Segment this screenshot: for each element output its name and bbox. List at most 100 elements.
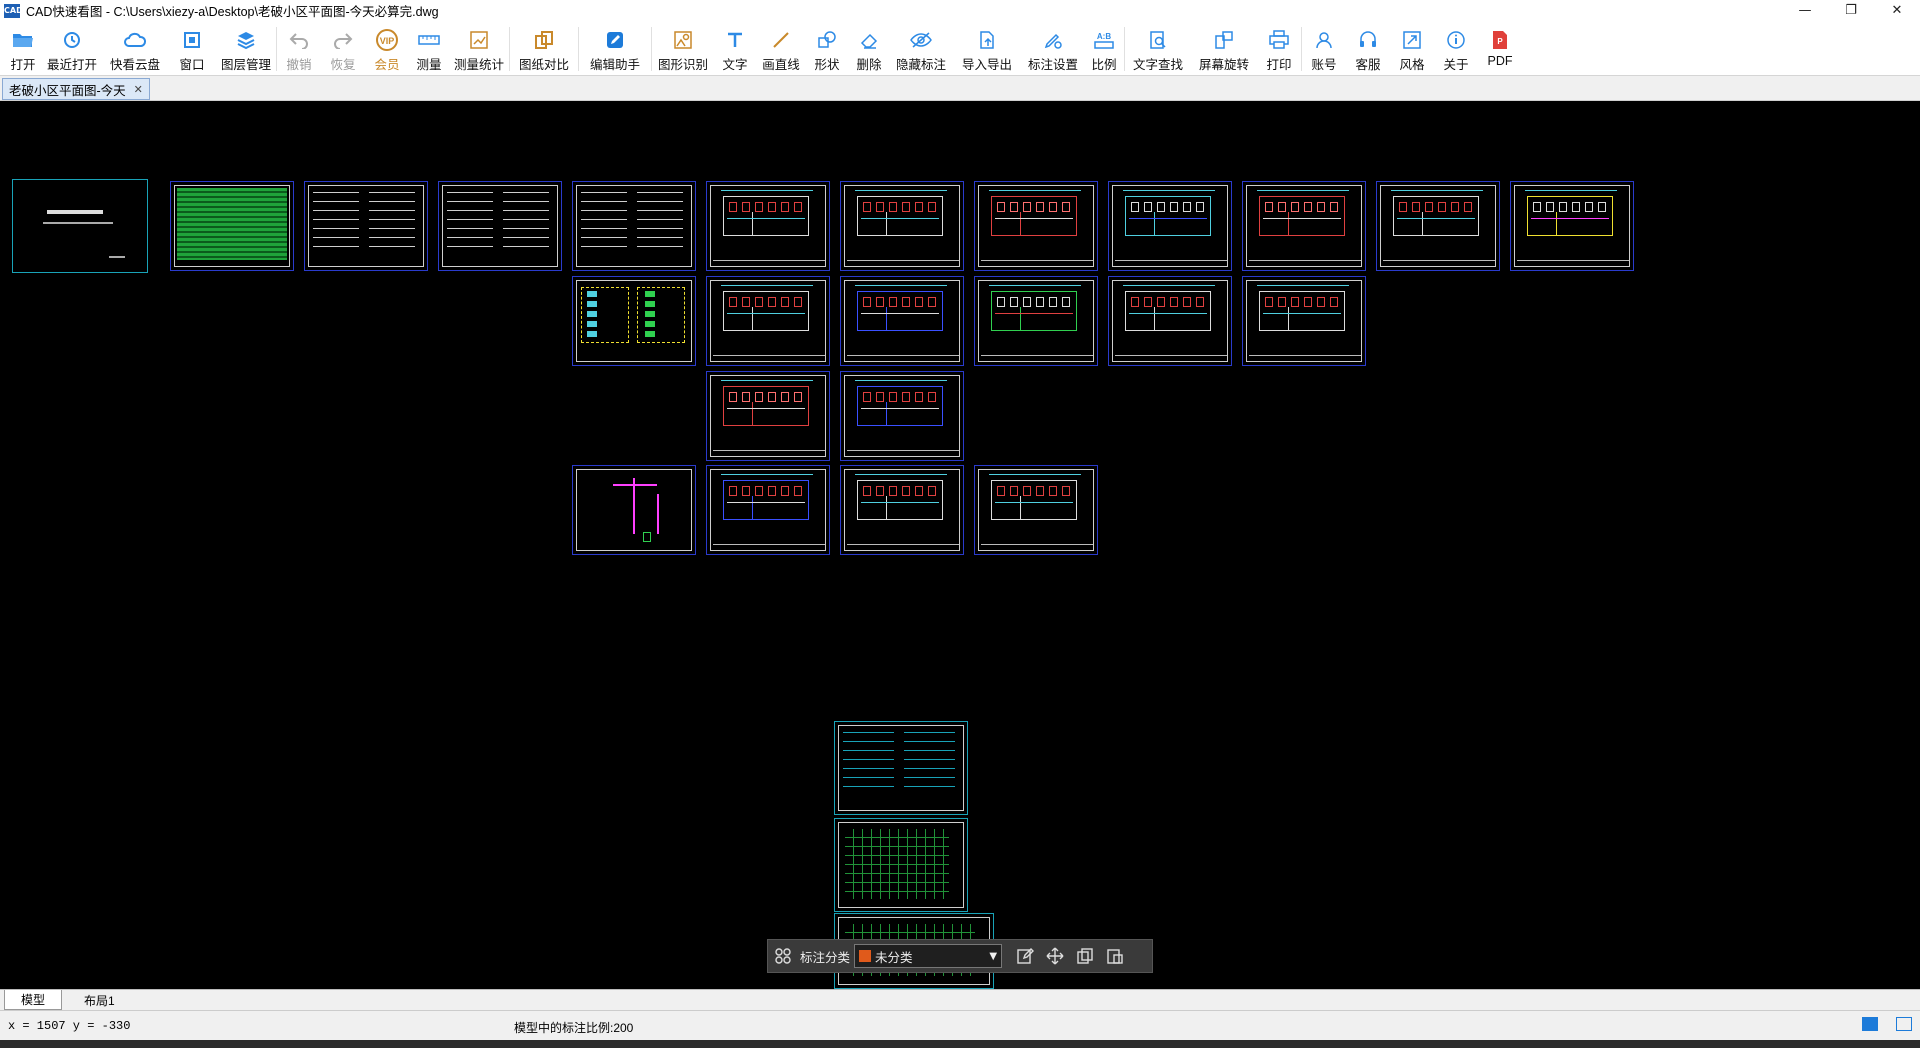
about-button[interactable]: 关于	[1434, 21, 1478, 76]
room-mark	[1144, 202, 1152, 212]
corridor-line	[861, 408, 939, 409]
title-block-line	[847, 450, 959, 451]
title-block-line	[981, 355, 1093, 356]
room-mark	[1304, 202, 1312, 212]
recent-button[interactable]: 最近打开	[42, 21, 102, 76]
text-line	[581, 246, 627, 247]
room-mark	[997, 486, 1005, 496]
eye-off-icon	[909, 28, 933, 52]
account-label: 账号	[1311, 58, 1337, 72]
document-tab-label: 老破小区平面图-今天	[9, 83, 126, 98]
close-tab-icon[interactable]: ✕	[134, 83, 143, 96]
tab-model[interactable]: 模型	[4, 990, 63, 1010]
rotate-button[interactable]: 屏幕旋转	[1191, 21, 1257, 76]
drawing-sheet	[572, 276, 696, 366]
edit-helper-button[interactable]: 编辑助手	[579, 21, 651, 76]
open-button[interactable]: 打开	[4, 21, 42, 76]
corridor-line	[727, 313, 805, 314]
move-icon[interactable]	[1040, 939, 1070, 973]
line-button[interactable]: 画直线	[756, 21, 806, 76]
text-line	[904, 759, 955, 760]
text-line	[447, 246, 493, 247]
compare-icon	[532, 28, 556, 52]
corridor-line	[1263, 313, 1341, 314]
headset-icon	[1356, 28, 1380, 52]
hide-annotation-button[interactable]: 隐藏标注	[890, 21, 952, 76]
print-button[interactable]: 打印	[1257, 21, 1301, 76]
style-button[interactable]: 风格	[1390, 21, 1434, 76]
text-button[interactable]: 文字	[714, 21, 756, 76]
pdf-button[interactable]: P PDF	[1478, 21, 1522, 76]
undo-icon	[287, 28, 311, 52]
text-line	[637, 228, 683, 229]
floor-plan-wing	[991, 307, 1021, 331]
shape-button[interactable]: 形状	[806, 21, 848, 76]
text-line	[503, 192, 549, 193]
redo-button[interactable]: 恢复	[321, 21, 365, 76]
dimension-line	[721, 190, 813, 191]
corridor-line	[1263, 218, 1341, 219]
room-mark	[1036, 486, 1044, 496]
shape-recognize-button[interactable]: 图形识别	[652, 21, 714, 76]
room-mark	[1412, 202, 1420, 212]
account-button[interactable]: 账号	[1302, 21, 1346, 76]
text-line	[369, 192, 415, 193]
minimize-button[interactable]: —	[1782, 0, 1828, 21]
grid-snap-icon[interactable]	[1862, 1017, 1878, 1031]
room-mark	[729, 392, 737, 402]
window-button[interactable]: 窗口	[168, 21, 216, 76]
text-line	[313, 210, 359, 211]
annotation-settings-label: 标注设置	[1027, 58, 1078, 72]
drawing-sheet	[1108, 276, 1232, 366]
annotation-category-select[interactable]: 未分类 ▼	[854, 944, 1003, 968]
layers-button[interactable]: 图层管理	[216, 21, 276, 76]
text-line	[503, 210, 549, 211]
compare-button[interactable]: 图纸对比	[510, 21, 578, 76]
sheet-frame	[308, 185, 424, 267]
delete-button[interactable]: 删除	[848, 21, 890, 76]
measure-stats-button[interactable]: 测量统计	[449, 21, 509, 76]
dimension-line	[1123, 190, 1215, 191]
document-tab[interactable]: 老破小区平面图-今天 ✕	[2, 78, 150, 100]
pipe-box	[643, 532, 651, 542]
copy-icon[interactable]	[1070, 939, 1100, 973]
sheet-frame	[442, 185, 558, 267]
room-mark	[1265, 202, 1273, 212]
scale-button[interactable]: A:B 比例	[1084, 21, 1124, 76]
undo-button[interactable]: 撤销	[277, 21, 321, 76]
tab-layout1[interactable]: 布局1	[68, 990, 131, 1010]
title-block-line	[847, 355, 959, 356]
text-line	[843, 759, 894, 760]
grid-icon[interactable]	[768, 939, 798, 973]
edit-icon[interactable]	[1010, 939, 1040, 973]
room-mark	[928, 202, 936, 212]
drawing-sheet	[1242, 276, 1366, 366]
room-mark	[1196, 297, 1204, 307]
legend-swatch	[645, 331, 655, 337]
close-window-button[interactable]: ✕	[1874, 0, 1920, 21]
room-mark	[1278, 202, 1286, 212]
text-line	[503, 246, 549, 247]
room-mark	[1317, 202, 1325, 212]
title-block-line	[1249, 260, 1361, 261]
floor-plan-wing	[1125, 212, 1155, 236]
text-line	[369, 219, 415, 220]
shape-recognize-label: 图形识别	[657, 58, 708, 72]
maximize-button[interactable]: ❐	[1828, 0, 1874, 21]
drawing-canvas[interactable]	[0, 101, 1920, 989]
text-line	[637, 192, 683, 193]
cloud-button[interactable]: 快看云盘	[102, 21, 168, 76]
taskbar-strip	[0, 1040, 1920, 1048]
text-search-button[interactable]: 文字查找	[1125, 21, 1191, 76]
ruler-icon	[417, 28, 441, 52]
vip-button[interactable]: VIP 会员	[365, 21, 409, 76]
measure-button[interactable]: 测量	[409, 21, 449, 76]
import-export-button[interactable]: 导入导出	[952, 21, 1022, 76]
paste-icon[interactable]	[1100, 939, 1130, 973]
panel-toggle-icon[interactable]	[1896, 1017, 1912, 1031]
service-button[interactable]: 客服	[1346, 21, 1390, 76]
room-mark	[902, 486, 910, 496]
room-mark	[902, 392, 910, 402]
status-bar: x = 1507 y = -330 模型中的标注比例:200	[0, 1010, 1920, 1040]
annotation-settings-button[interactable]: 标注设置	[1022, 21, 1084, 76]
